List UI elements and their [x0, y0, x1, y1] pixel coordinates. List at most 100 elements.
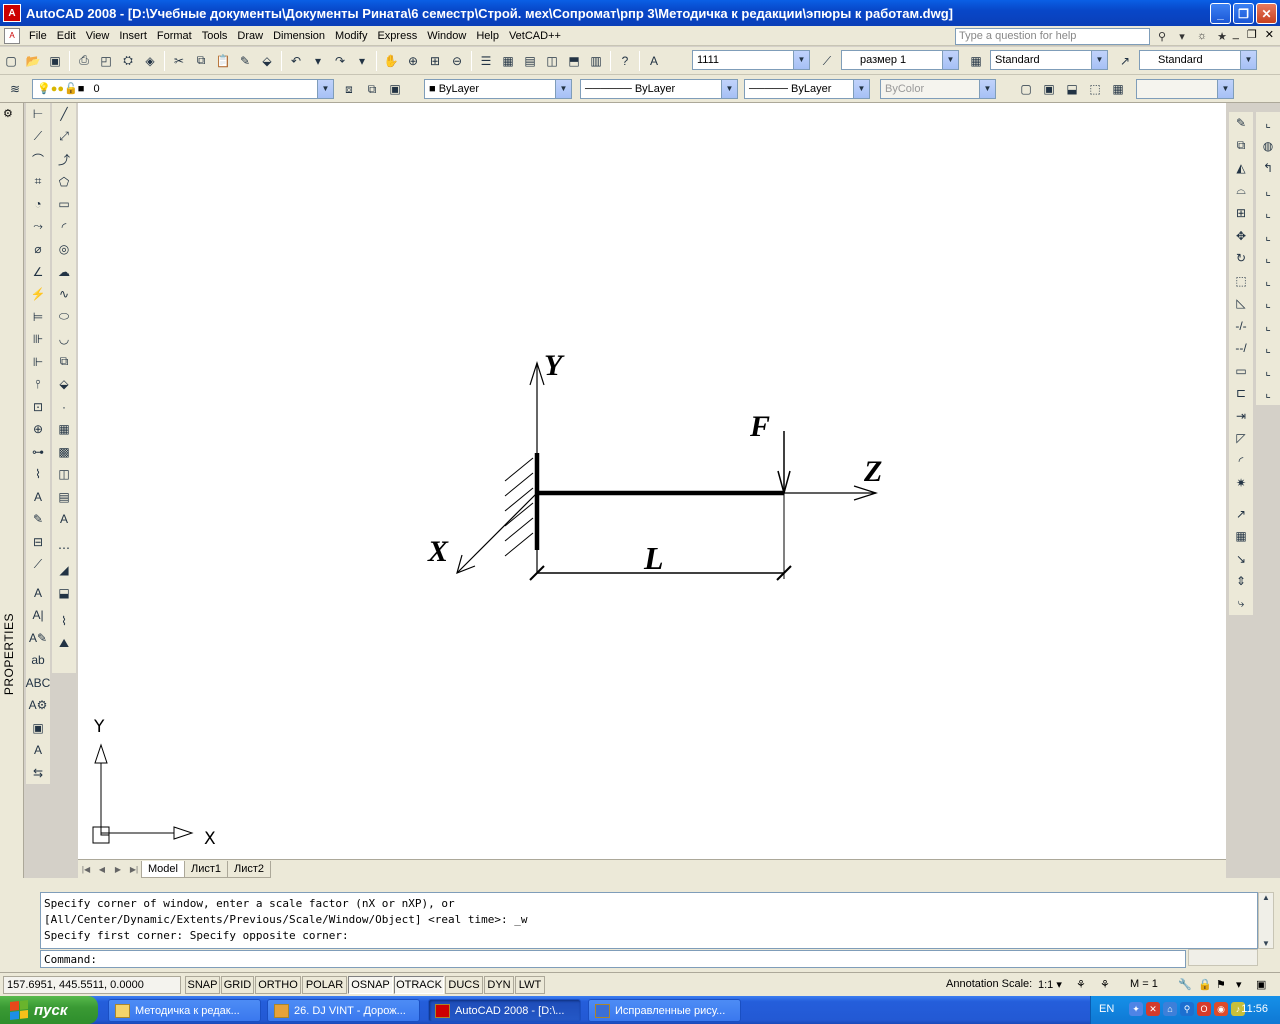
command-vertical-scrollbar[interactable]: ▲ ▼	[1258, 892, 1274, 949]
viewport-polygon-icon[interactable]: ▣	[1038, 78, 1060, 100]
communication-center-icon[interactable]: ☼	[1194, 28, 1210, 44]
dimension-update-icon[interactable]: ⊟	[27, 531, 49, 554]
ellipse-icon[interactable]: ⬭	[53, 306, 75, 329]
restore-button[interactable]: ❐	[1233, 3, 1254, 24]
plot-icon[interactable]: ⎙	[73, 50, 95, 72]
leader-icon[interactable]: ↗	[1230, 503, 1252, 526]
dimension-break-icon[interactable]: ⫯	[27, 373, 49, 396]
dimension-style-icon[interactable]: ⟋	[816, 50, 838, 72]
polyline-icon[interactable]: ⤴	[53, 148, 75, 171]
ortho-toggle[interactable]: ORTHO	[255, 976, 301, 994]
hatch-icon[interactable]: ▦	[53, 418, 75, 441]
copy-icon[interactable]: ⧉	[190, 50, 212, 72]
dimension-style-toolbar-icon[interactable]: ⟋	[27, 553, 49, 576]
chamfer-icon[interactable]: ◸	[1230, 427, 1252, 450]
taskbar-item-word[interactable]: Исправленные рису...	[588, 999, 741, 1022]
title-bar[interactable]: A AutoCAD 2008 - [D:\Учебные документы\Д…	[0, 0, 1280, 26]
new-file-icon[interactable]: ▢	[0, 50, 22, 72]
multileader-style-select[interactable]: Standard ▼	[1139, 50, 1257, 70]
radius-dimension-icon[interactable]: ◔	[27, 193, 49, 216]
menu-edit[interactable]: Edit	[52, 26, 81, 46]
tray-media-icon[interactable]: ◉	[1214, 1002, 1228, 1016]
undo-icon[interactable]: ↶	[285, 50, 307, 72]
osnap-toggle[interactable]: OSNAP	[348, 976, 393, 994]
plot-preview-icon[interactable]: ◰	[95, 50, 117, 72]
gradient-icon[interactable]: ▩	[53, 441, 75, 464]
join-icon[interactable]: ⇥	[1230, 405, 1252, 428]
zoom-window-icon[interactable]: ⊞	[424, 50, 446, 72]
menu-vetcad[interactable]: VetCAD++	[504, 26, 566, 46]
continue-dimension-icon[interactable]: ⊪	[27, 328, 49, 351]
dimension-style-select[interactable]: размер 1 ▼	[841, 50, 959, 70]
pan-icon[interactable]: ✋	[380, 50, 402, 72]
markup-icon[interactable]: ⬒	[563, 50, 585, 72]
drawing-area[interactable]: Y Z F X L Y X	[78, 103, 1226, 859]
color-select[interactable]: ■ ByLayer ▼	[424, 79, 572, 99]
linetype-select[interactable]: ────── ByLayer ▼	[580, 79, 738, 99]
dim-line-icon[interactable]: ⋯	[53, 537, 75, 560]
region-icon[interactable]: ◫	[53, 463, 75, 486]
command-horizontal-scrollbar[interactable]	[1188, 949, 1258, 966]
dimension-edit-icon[interactable]: A	[27, 486, 49, 509]
align-leaders-icon[interactable]: ⇕	[1230, 570, 1252, 593]
dimension-text-edit-icon[interactable]: ✎	[27, 508, 49, 531]
text-style-select[interactable]: 1111 ▼	[692, 50, 810, 70]
properties-icon[interactable]: ☰	[475, 50, 497, 72]
rectangle-icon[interactable]: ▭	[53, 193, 75, 216]
menu-express[interactable]: Express	[372, 26, 422, 46]
break-at-point-icon[interactable]: ▭	[1230, 360, 1252, 383]
arc-icon[interactable]: ◜	[53, 216, 75, 239]
document-icon[interactable]: A	[4, 27, 20, 44]
tab-model[interactable]: Model	[141, 860, 185, 878]
scale-text-icon[interactable]: ▣	[27, 717, 49, 740]
linear-dimension-icon[interactable]: ⊢	[27, 103, 49, 126]
help-search-input[interactable]: Type a question for help	[955, 28, 1150, 45]
tray-app-icon[interactable]: ✦	[1129, 1002, 1143, 1016]
ucs-world-icon[interactable]: ◍	[1257, 135, 1279, 158]
angular-dimension-icon[interactable]: ∠	[27, 261, 49, 284]
mirror-icon[interactable]: ◭	[1230, 157, 1252, 180]
multileader-icon[interactable]: ↘	[1230, 548, 1252, 571]
jogged-linear-icon[interactable]: ⌇	[27, 463, 49, 486]
ordinate-dimension-icon[interactable]: ⌗	[27, 171, 49, 194]
offset-icon[interactable]: ⌓	[1230, 180, 1252, 203]
polygon-icon[interactable]: ⬠	[53, 171, 75, 194]
tray-antivirus-icon[interactable]: ✕	[1146, 1002, 1160, 1016]
ucs-previous-icon[interactable]: ↰	[1257, 157, 1279, 180]
point-icon[interactable]: ·	[53, 396, 75, 419]
find-text-icon[interactable]: ab	[27, 649, 49, 672]
ucs-x-icon[interactable]: ⌞	[1257, 315, 1279, 338]
publish-icon[interactable]: ⛭	[117, 50, 139, 72]
status-menu-icon[interactable]: ▾	[1236, 978, 1242, 991]
diameter-dimension-icon[interactable]: ⌀	[27, 238, 49, 261]
revision-cloud-icon[interactable]: ☁	[53, 261, 75, 284]
multileader-style-icon[interactable]: ↗	[1114, 50, 1136, 72]
doc-minimize-button[interactable]: _	[1233, 28, 1239, 41]
annotation-scale-select[interactable]: 1:1 ▾	[1038, 978, 1062, 991]
jogged-dimension-icon[interactable]: ⤳	[27, 216, 49, 239]
tray-network-icon[interactable]: ⌂	[1163, 1002, 1177, 1016]
insert-block-icon[interactable]: ⧉	[53, 351, 75, 374]
annotation-visibility-icon[interactable]: ⚘	[1076, 978, 1086, 991]
justify-text-icon[interactable]: A	[27, 739, 49, 762]
fillet-icon[interactable]: ◜	[1230, 450, 1252, 473]
properties-palette-tab[interactable]: ⚙ PROPERTIES	[0, 103, 24, 883]
tolerance-icon[interactable]: ⊡	[27, 396, 49, 419]
minimize-button[interactable]: _	[1210, 3, 1231, 24]
chevron-down-icon[interactable]: ▾	[1174, 28, 1190, 44]
search-icon[interactable]: ⚲	[1154, 28, 1170, 44]
menu-insert[interactable]: Insert	[114, 26, 152, 46]
scroll-up-icon[interactable]: ▲	[1262, 893, 1270, 902]
spline-icon[interactable]: ∿	[53, 283, 75, 306]
polar-toggle[interactable]: POLAR	[302, 976, 347, 994]
redo-dropdown-icon[interactable]: ▾	[351, 50, 373, 72]
undo-dropdown-icon[interactable]: ▾	[307, 50, 329, 72]
menu-draw[interactable]: Draw	[232, 26, 268, 46]
menu-window[interactable]: Window	[422, 26, 471, 46]
layer-previous-icon[interactable]: ⧉	[361, 78, 383, 100]
ucs-apply-icon[interactable]: ⌞	[1257, 382, 1279, 405]
3d-dwf-icon[interactable]: ◈	[139, 50, 161, 72]
break-icon[interactable]: ⊏	[1230, 382, 1252, 405]
first-tab-icon[interactable]: |◀	[78, 862, 94, 877]
tab-sheet2[interactable]: Лист2	[227, 860, 272, 878]
